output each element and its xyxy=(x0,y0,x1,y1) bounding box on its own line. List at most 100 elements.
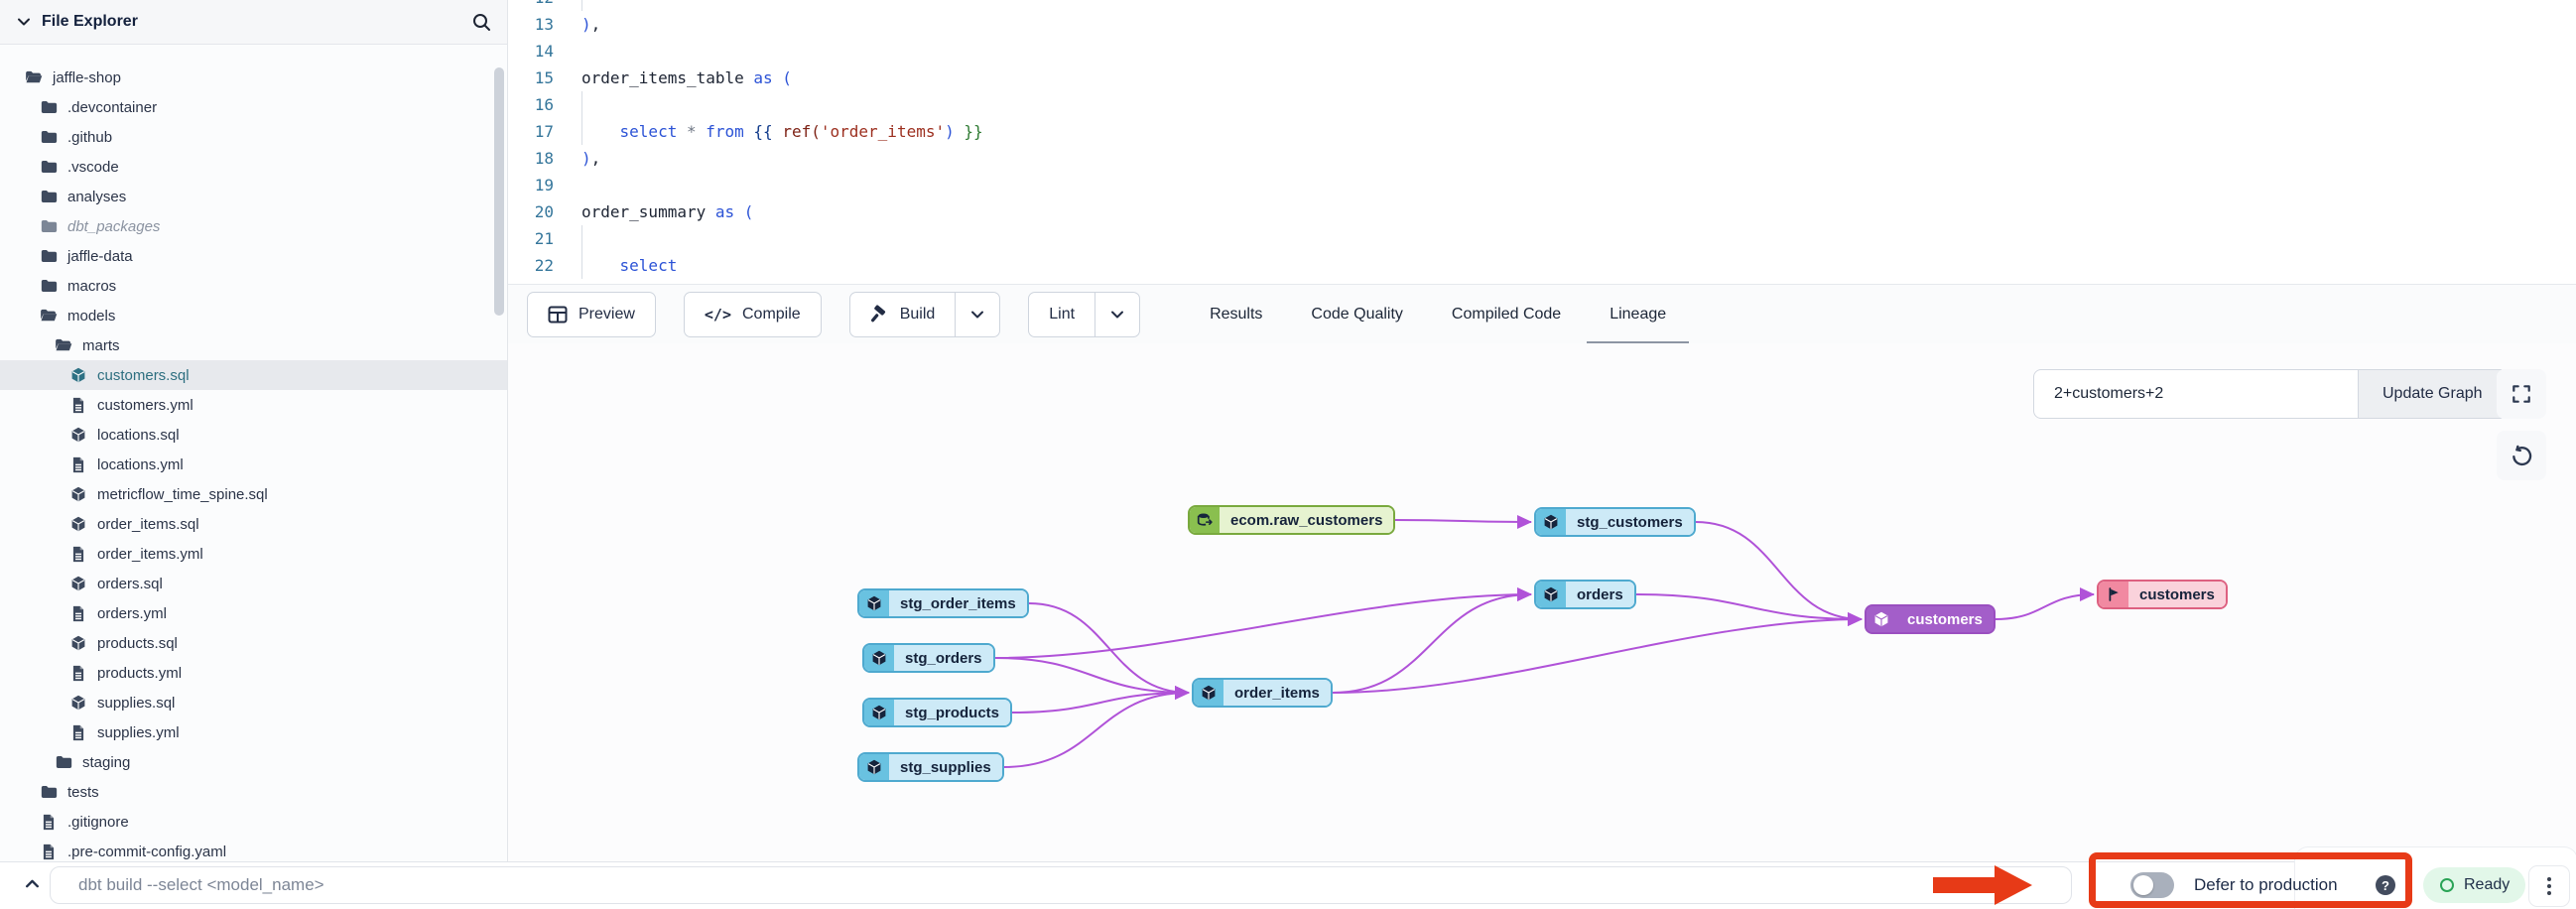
tree-item-order-items-yml[interactable]: order_items.yml xyxy=(0,539,507,569)
tab-code-quality[interactable]: Code Quality xyxy=(1311,285,1403,343)
code-line-18[interactable]: 18), xyxy=(508,145,2576,172)
lint-button[interactable]: Lint xyxy=(1028,292,1140,337)
lineage-node-stg-order-items[interactable]: stg_order_items xyxy=(857,588,1029,618)
lint-dropdown-button[interactable] xyxy=(1095,293,1139,336)
file-icon xyxy=(68,546,88,563)
defer-toggle[interactable] xyxy=(2130,872,2174,898)
lineage-selector-input[interactable]: 2+customers+2 xyxy=(2034,370,2358,418)
status-badge[interactable]: Ready xyxy=(2423,867,2525,903)
edge-order_items-to-orders xyxy=(1333,594,1531,693)
tree-item-macros[interactable]: macros xyxy=(0,271,507,301)
tree-item-orders-yml[interactable]: orders.yml xyxy=(0,598,507,628)
code-text: order_items_table as ( xyxy=(581,68,792,87)
code-line-20[interactable]: 20order_summary as ( xyxy=(508,198,2576,225)
tree-item-locations-yml[interactable]: locations.yml xyxy=(0,450,507,479)
lineage-node-stg-orders[interactable]: stg_orders xyxy=(862,643,995,673)
lineage-node-orders[interactable]: orders xyxy=(1534,580,1636,609)
tree-item-products-yml[interactable]: products.yml xyxy=(0,658,507,688)
node-label: stg_customers xyxy=(1566,509,1694,535)
model-cube-icon xyxy=(859,754,889,780)
kebab-menu-button[interactable] xyxy=(2528,865,2570,907)
folder-icon xyxy=(39,130,59,144)
line-number: 22 xyxy=(508,256,554,275)
tab-results[interactable]: Results xyxy=(1210,285,1262,343)
status-circle-icon xyxy=(2439,877,2455,893)
scrollbar-thumb[interactable] xyxy=(494,67,504,316)
command-placeholder: dbt build --select <model_name> xyxy=(78,875,324,895)
tree-item-locations-sql[interactable]: locations.sql xyxy=(0,420,507,450)
lineage-node-stg-customers[interactable]: stg_customers xyxy=(1534,507,1696,537)
file-icon xyxy=(68,724,88,741)
reset-view-button[interactable] xyxy=(2497,431,2546,480)
code-line-19[interactable]: 19 xyxy=(508,172,2576,198)
tree-item--devcontainer[interactable]: .devcontainer xyxy=(0,92,507,122)
code-line-22[interactable]: 22 select xyxy=(508,252,2576,279)
code-line-16[interactable]: 16 xyxy=(508,91,2576,118)
tree-item-jaffle-data[interactable]: jaffle-data xyxy=(0,241,507,271)
tab-lineage[interactable]: Lineage xyxy=(1610,285,1666,343)
folder-icon xyxy=(39,160,59,174)
tree-item-supplies-sql[interactable]: supplies.sql xyxy=(0,688,507,717)
tree-item-customers-sql[interactable]: customers.sql xyxy=(0,360,507,390)
tree-item-label: orders.sql xyxy=(97,576,163,592)
tree-item-metricflow-time-spine-sql[interactable]: metricflow_time_spine.sql xyxy=(0,479,507,509)
tree-item-order-items-sql[interactable]: order_items.sql xyxy=(0,509,507,539)
tree-item-supplies-yml[interactable]: supplies.yml xyxy=(0,717,507,747)
node-label: customers xyxy=(2128,582,2226,607)
tree-item-dbt-packages[interactable]: dbt_packages xyxy=(0,211,507,241)
model-cube-icon xyxy=(859,590,889,616)
tree-item-marts[interactable]: marts xyxy=(0,330,507,360)
tree-item-analyses[interactable]: analyses xyxy=(0,182,507,211)
help-icon[interactable]: ? xyxy=(2376,875,2395,895)
update-graph-button[interactable]: Update Graph xyxy=(2358,370,2507,418)
tree-item--pre-commit-config-yaml[interactable]: .pre-commit-config.yaml xyxy=(0,837,507,861)
lineage-node-ecom-raw-customers[interactable]: ecom.raw_customers xyxy=(1188,505,1395,535)
file-icon xyxy=(68,605,88,622)
tree-item-label: locations.yml xyxy=(97,456,184,473)
preview-button[interactable]: Preview xyxy=(527,292,656,337)
tree-item--github[interactable]: .github xyxy=(0,122,507,152)
build-dropdown-button[interactable] xyxy=(955,293,999,336)
tree-item-label: .devcontainer xyxy=(67,99,157,116)
tree-item-products-sql[interactable]: products.sql xyxy=(0,628,507,658)
tree-item-models[interactable]: models xyxy=(0,301,507,330)
line-number: 18 xyxy=(508,149,554,168)
search-icon[interactable] xyxy=(471,12,491,32)
code-line-13[interactable]: 13), xyxy=(508,11,2576,38)
code-line-12[interactable]: 12 xyxy=(508,0,2576,11)
file-explorer-header: File Explorer xyxy=(0,0,507,45)
command-input[interactable]: dbt build --select <model_name> xyxy=(50,866,2072,904)
line-number: 20 xyxy=(508,202,554,221)
line-number: 12 xyxy=(508,0,554,7)
lineage-node-stg-supplies[interactable]: stg_supplies xyxy=(857,752,1004,782)
tree-item-customers-yml[interactable]: customers.yml xyxy=(0,390,507,420)
lineage-node-order-items[interactable]: order_items xyxy=(1192,678,1333,708)
code-line-14[interactable]: 14 xyxy=(508,38,2576,65)
code-line-15[interactable]: 15order_items_table as ( xyxy=(508,65,2576,91)
code-line-21[interactable]: 21 xyxy=(508,225,2576,252)
model-icon xyxy=(68,516,88,532)
code-editor[interactable]: 12 13),1415order_items_table as (1617 sel… xyxy=(508,0,2576,284)
compile-button[interactable]: </>Compile xyxy=(684,292,822,337)
tree-item-label: jaffle-data xyxy=(67,248,133,265)
tab-compiled-code[interactable]: Compiled Code xyxy=(1452,285,1561,343)
folder-icon xyxy=(39,219,59,233)
tree-item-jaffle-shop[interactable]: jaffle-shop xyxy=(0,63,507,92)
lineage-node-customers[interactable]: customers xyxy=(1865,604,1996,634)
chevron-down-icon[interactable] xyxy=(16,14,32,30)
lineage-node-stg-products[interactable]: stg_products xyxy=(862,698,1012,727)
tree-item--vscode[interactable]: .vscode xyxy=(0,152,507,182)
tree-item--gitignore[interactable]: .gitignore xyxy=(0,807,507,837)
build-button[interactable]: Build xyxy=(849,292,1001,337)
edge-orders-to-customers xyxy=(1636,594,1862,619)
tree-item-staging[interactable]: staging xyxy=(0,747,507,777)
lineage-node-customers-exposure[interactable]: customers xyxy=(2097,580,2228,609)
code-line-17[interactable]: 17 select * from {{ ref('order_items') }… xyxy=(508,118,2576,145)
tree-item-tests[interactable]: tests xyxy=(0,777,507,807)
tree-item-orders-sql[interactable]: orders.sql xyxy=(0,569,507,598)
fullscreen-button[interactable] xyxy=(2497,369,2546,419)
tree-item-label: .gitignore xyxy=(67,814,129,831)
tree-item-label: supplies.yml xyxy=(97,724,180,741)
tree-item-label: order_items.sql xyxy=(97,516,199,533)
chevron-up-icon[interactable] xyxy=(24,875,41,892)
